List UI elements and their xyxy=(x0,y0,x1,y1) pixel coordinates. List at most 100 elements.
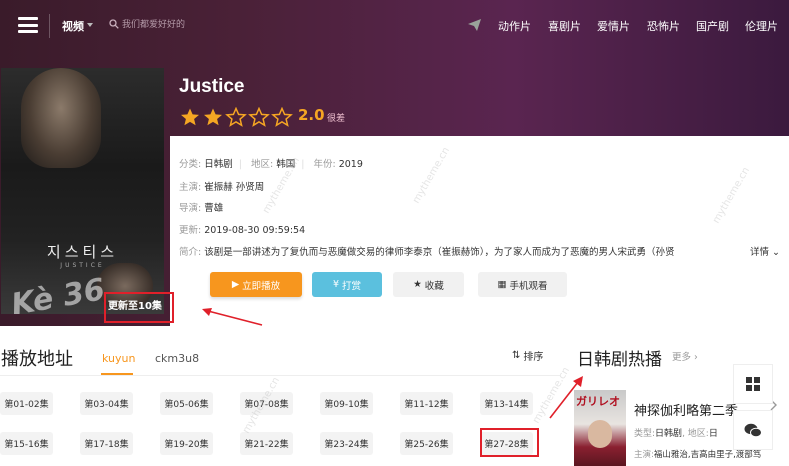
nav-comedy[interactable]: 喜剧片 xyxy=(548,18,581,34)
poster-subtitle: JUSTICE xyxy=(60,262,105,269)
hot-more-link[interactable]: 更多 › xyxy=(672,349,698,363)
play-now-button[interactable]: ▶ 立即播放 xyxy=(210,272,302,297)
desc-text: 该剧是一部讲述为了复仇而与恶魔做交易的律师李泰京（崔振赫饰），为了家人而成为了恶… xyxy=(204,247,675,258)
cast-label: 主演: xyxy=(179,182,202,193)
region-label: 地区: xyxy=(250,159,274,170)
thumbnail-text: ガリレオ xyxy=(576,395,620,408)
favorite-label: 收藏 xyxy=(424,280,444,292)
chevron-down-icon: ⌄ xyxy=(769,247,780,258)
episode-button[interactable]: 第07-08集 xyxy=(240,392,293,415)
star-empty-icon[interactable] xyxy=(248,107,270,127)
windows-icon[interactable] xyxy=(733,364,773,404)
hot-more-label: 更多 xyxy=(672,352,692,363)
star-empty-icon[interactable] xyxy=(225,107,247,127)
poster-title: 지스티스 xyxy=(46,243,119,261)
favorite-button[interactable]: ★ 收藏 xyxy=(393,272,464,297)
nav-domestic[interactable]: 国产剧 xyxy=(696,18,729,34)
star-filled-icon[interactable] xyxy=(202,107,224,127)
play-now-label: 立即播放 xyxy=(242,280,281,292)
hot-item-name[interactable]: 神探伽利略第二季 xyxy=(634,400,738,419)
hot-cast-value: 福山雅治,吉高由里子,渡部笃 xyxy=(653,450,762,460)
source-tab-ckm3u8[interactable]: ckm3u8 xyxy=(155,352,199,365)
menu-icon[interactable] xyxy=(18,17,38,33)
poster-watermark: Kè 36 xyxy=(8,272,108,314)
desc-label: 简介: xyxy=(179,247,202,258)
episode-button[interactable]: 第01-02集 xyxy=(0,392,53,415)
desc-more-label: 详情 xyxy=(750,247,770,258)
director-value[interactable]: 曹雄 xyxy=(204,203,223,214)
star-empty-icon[interactable] xyxy=(271,107,293,127)
info-line-meta: 分类: 日韩剧 | 地区: 韩国 | 年份: 2019 xyxy=(179,159,363,170)
thumbnail-figure xyxy=(588,420,612,448)
episode-button[interactable]: 第25-26集 xyxy=(400,432,453,455)
tip-button[interactable]: ¥ 打赏 xyxy=(312,272,382,297)
mobile-watch-label: 手机观看 xyxy=(509,280,548,292)
episode-button[interactable]: 第21-22集 xyxy=(240,432,293,455)
nav-divider xyxy=(49,14,50,38)
hot-type-value: 日韩剧 xyxy=(655,429,683,439)
episode-button[interactable]: 第23-24集 xyxy=(320,432,373,455)
windows-logo-icon xyxy=(746,377,760,391)
mobile-watch-button[interactable]: ▦ 手机观看 xyxy=(478,272,567,297)
chevron-right-icon: › xyxy=(691,352,698,363)
playlist-title: 播放地址 xyxy=(1,349,73,369)
wechat-icon[interactable] xyxy=(733,410,773,450)
info-line-desc: 简介: 该剧是一部讲述为了复仇而与恶魔做交易的律师李泰京（崔振赫饰），为了家人而… xyxy=(179,244,779,258)
cast-value[interactable]: 崔振赫 孙贤周 xyxy=(204,182,264,193)
channel-selector[interactable]: 视频 xyxy=(62,18,84,34)
chevron-down-icon[interactable] xyxy=(87,23,93,27)
rating-stars[interactable] xyxy=(179,107,294,127)
info-line-updated: 更新: 2019-08-30 09:59:54 xyxy=(179,222,305,236)
source-tab-kuyun[interactable]: kuyun xyxy=(102,352,135,365)
episode-button[interactable]: 第09-10集 xyxy=(320,392,373,415)
annotation-arrow-left xyxy=(202,308,263,326)
director-label: 导演: xyxy=(179,203,202,214)
region-value[interactable]: 韩国 xyxy=(276,159,295,170)
episode-button[interactable]: 第05-06集 xyxy=(160,392,213,415)
hot-title: 日韩剧热播 xyxy=(577,350,662,369)
star-icon: ★ xyxy=(413,279,422,290)
episode-button[interactable]: 第15-16集 xyxy=(0,432,53,455)
search-icon[interactable] xyxy=(109,19,119,29)
search-input[interactable] xyxy=(122,17,262,33)
tip-label: 打赏 xyxy=(342,280,362,292)
nav-romance[interactable]: 爱情片 xyxy=(597,18,630,34)
sort-button[interactable]: ⇅ 排序 xyxy=(512,348,543,363)
episode-button[interactable]: 第03-04集 xyxy=(80,392,133,415)
updated-label: 更新: xyxy=(179,225,202,236)
playlist-divider xyxy=(0,375,560,376)
wechat-logo-icon xyxy=(744,423,762,437)
hot-type-label: 类型: xyxy=(634,429,656,439)
play-icon: ▶ xyxy=(231,279,240,290)
info-line-director: 导演: 曹雄 xyxy=(179,200,223,214)
hot-region-label: 地区: xyxy=(687,429,709,439)
episode-button[interactable]: 第11-12集 xyxy=(400,392,453,415)
qrcode-icon: ▦ xyxy=(497,279,507,290)
hot-cast-label: 主演: xyxy=(634,450,654,460)
rating-label: 很差 xyxy=(327,114,346,124)
desc-more-link[interactable]: 详情 ⌄ xyxy=(748,244,780,258)
nav-ethics[interactable]: 伦理片 xyxy=(745,18,778,34)
hot-item-thumbnail[interactable]: ガリレオ xyxy=(574,390,626,466)
annotation-box-episode xyxy=(480,428,539,457)
episode-button[interactable]: 第17-18集 xyxy=(80,432,133,455)
category-value[interactable]: 日韩剧 xyxy=(204,159,233,170)
movie-poster[interactable]: 지스티스 JUSTICE Kè 36 xyxy=(1,68,164,314)
star-filled-icon[interactable] xyxy=(179,107,201,127)
info-line-cast: 主演: 崔振赫 孙贤周 xyxy=(179,179,264,193)
hot-item-meta: 类型:日韩剧, 地区:日 xyxy=(634,429,718,439)
top-nav: 视频 动作片 喜剧片 爱情片 恐怖片 国产剧 伦理片 xyxy=(0,0,789,52)
nav-action[interactable]: 动作片 xyxy=(498,18,531,34)
year-value[interactable]: 2019 xyxy=(339,159,363,170)
movie-title: Justice xyxy=(179,76,245,97)
page-root: 视频 动作片 喜剧片 爱情片 恐怖片 国产剧 伦理片 지스티스 JUSTICE … xyxy=(0,0,789,466)
send-icon[interactable] xyxy=(468,19,481,31)
rating-value: 2.0 xyxy=(298,106,325,124)
sort-icon: ⇅ xyxy=(512,350,521,361)
nav-horror[interactable]: 恐怖片 xyxy=(647,18,680,34)
yen-icon: ¥ xyxy=(332,279,340,290)
annotation-box-badge xyxy=(104,292,174,323)
sort-label: 排序 xyxy=(523,352,544,363)
episode-button[interactable]: 第13-14集 xyxy=(480,392,533,415)
episode-button[interactable]: 第19-20集 xyxy=(160,432,213,455)
